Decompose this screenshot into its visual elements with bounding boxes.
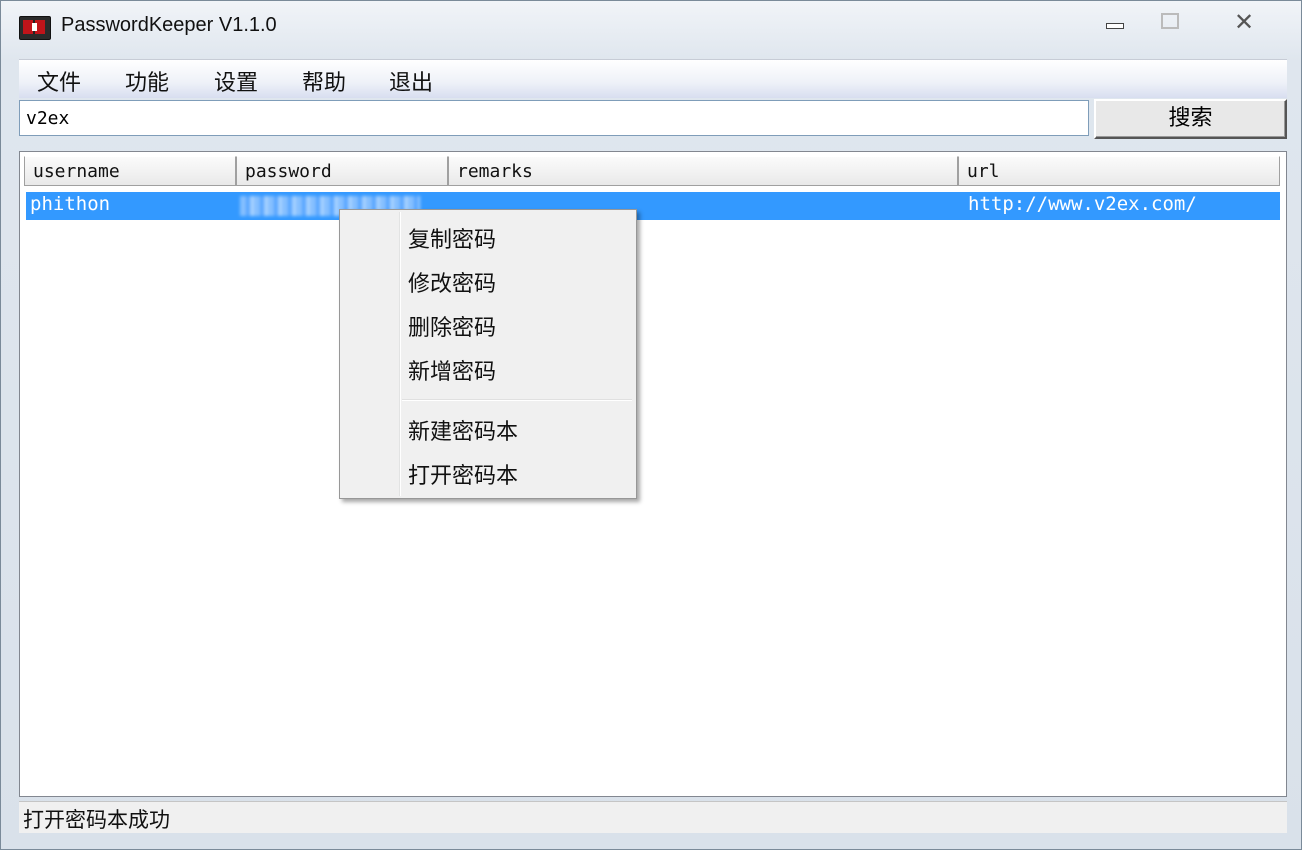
menu-item-open-notebook[interactable]: 打开密码本 <box>408 458 518 490</box>
menu-bar: 文件 功能 设置 帮助 退出 <box>19 59 1287 98</box>
table-header: username password remarks url <box>24 156 1282 186</box>
menu-function[interactable]: 功能 <box>125 65 169 97</box>
title-bar[interactable]: PasswordKeeper V1.1.0 ✕ <box>1 1 1301 57</box>
close-icon: ✕ <box>1233 8 1255 36</box>
menu-item-new-notebook[interactable]: 新建密码本 <box>408 414 518 446</box>
menu-item-delete-password[interactable]: 删除密码 <box>408 310 496 342</box>
password-table[interactable]: username password remarks url phithon ht… <box>19 151 1287 797</box>
menu-settings[interactable]: 设置 <box>214 65 258 97</box>
search-input[interactable] <box>19 100 1089 136</box>
column-header-password[interactable]: password <box>236 156 448 186</box>
status-bar: 打开密码本成功 <box>19 801 1287 833</box>
menu-item-copy-password[interactable]: 复制密码 <box>408 222 496 254</box>
menu-separator <box>402 399 632 400</box>
window-title: PasswordKeeper V1.1.0 <box>61 14 277 36</box>
search-button[interactable]: 搜索 <box>1094 99 1287 139</box>
column-header-remarks[interactable]: remarks <box>448 156 958 186</box>
menu-item-add-password[interactable]: 新增密码 <box>408 354 496 386</box>
app-window: PasswordKeeper V1.1.0 ✕ 文件 功能 设置 帮助 退出 搜… <box>0 0 1302 850</box>
context-menu: 复制密码 修改密码 删除密码 新增密码 新建密码本 打开密码本 <box>339 209 637 499</box>
minimize-button[interactable] <box>1096 7 1134 37</box>
close-button[interactable]: ✕ <box>1225 7 1263 37</box>
cell-username: phithon <box>30 193 111 215</box>
menu-file[interactable]: 文件 <box>37 65 81 97</box>
app-logo-icon[interactable] <box>19 16 51 40</box>
menu-help[interactable]: 帮助 <box>302 65 346 97</box>
column-header-username[interactable]: username <box>24 156 236 186</box>
menu-item-edit-password[interactable]: 修改密码 <box>408 266 496 298</box>
table-row[interactable]: phithon http://www.v2ex.com/ <box>26 192 1280 220</box>
menu-exit[interactable]: 退出 <box>389 65 433 97</box>
minimize-icon <box>1106 23 1124 29</box>
column-header-url[interactable]: url <box>958 156 1280 186</box>
maximize-icon <box>1161 13 1179 29</box>
maximize-button[interactable] <box>1151 7 1189 37</box>
cell-url: http://www.v2ex.com/ <box>968 193 1197 215</box>
status-text: 打开密码本成功 <box>23 808 170 832</box>
menu-gutter <box>399 212 400 496</box>
